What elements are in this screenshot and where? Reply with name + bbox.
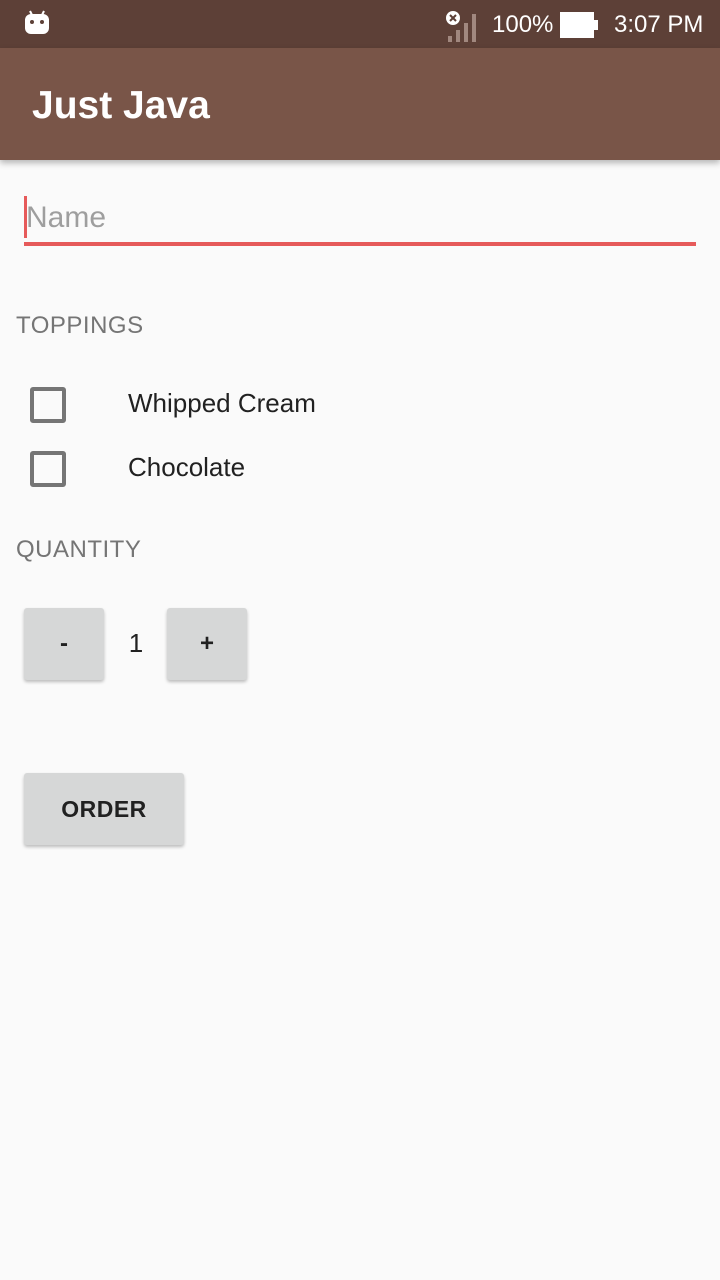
chocolate-label: Chocolate xyxy=(128,452,246,482)
whipped-cream-label: Whipped Cream xyxy=(128,388,316,418)
quantity-value: 1 xyxy=(128,628,144,658)
name-input[interactable] xyxy=(24,194,696,246)
order-button[interactable]: ORDER xyxy=(24,773,184,845)
decrement-button[interactable]: - xyxy=(24,608,104,680)
text-cursor xyxy=(24,196,27,238)
increment-button[interactable]: + xyxy=(167,608,247,680)
app-bar: Just Java xyxy=(0,48,720,160)
toppings-heading: TOPPINGS xyxy=(16,312,144,339)
quantity-heading: QUANTITY xyxy=(16,536,142,563)
status-time: 3:07 PM xyxy=(614,11,704,38)
status-bar: 100% 3:07 PM xyxy=(0,0,720,48)
battery-percent: 100% xyxy=(492,11,554,38)
android-icon xyxy=(25,10,49,34)
chocolate-row[interactable]: Chocolate xyxy=(0,444,720,500)
chocolate-checkbox[interactable] xyxy=(30,451,66,487)
whipped-cream-row[interactable]: Whipped Cream xyxy=(0,380,720,436)
whipped-cream-checkbox[interactable] xyxy=(30,387,66,423)
signal-icon xyxy=(446,11,476,42)
battery-icon xyxy=(560,12,598,38)
app-title: Just Java xyxy=(32,84,210,127)
